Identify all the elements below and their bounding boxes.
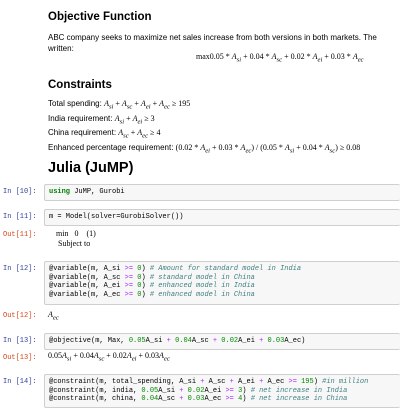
constraint-total-label: Total spending: <box>48 99 102 108</box>
section-title: Julia (JuMP) <box>48 160 134 176</box>
constraint-india: India requirement: Asi + Aei ≥ 3 <box>48 113 155 126</box>
constraint-china: China requirement: Asc + Aec ≥ 4 <box>48 128 161 140</box>
out-prompt: Out[11]: <box>3 231 37 239</box>
in-prompt: In [12]: <box>3 265 37 273</box>
code-input[interactable]: m = Model(solver=GurobiSolver()) <box>44 209 400 226</box>
out-zero: 0 <box>74 229 79 238</box>
objective-heading: Objective Function <box>48 11 152 23</box>
in-prompt: In [13]: <box>3 337 37 345</box>
in-prompt: In [11]: <box>3 213 37 221</box>
output-11: min 0 (1) Subject to <box>56 229 400 249</box>
constraint-total: Total spending: Asi + Asc + Aei + Aec ≥ … <box>48 99 191 111</box>
constraints-section: Constraints Total spending: Asi + Asc + … <box>48 79 400 156</box>
constraints-heading: Constraints <box>48 79 112 91</box>
code-input[interactable]: @variable(m, A_si >= 0) # Amount for sta… <box>44 261 400 305</box>
out-prompt: Out[13]: <box>3 354 37 362</box>
out-min: min <box>56 229 69 238</box>
out-subject: Subject to <box>58 239 91 248</box>
in-prompt: In [10]: <box>3 188 37 196</box>
out-prompt: Out[12]: <box>3 312 37 320</box>
code-input[interactable]: @constraint(m, total_spending, A_si + A_… <box>44 374 400 408</box>
objective-text-line1: ABC company seeks to maximize net sales … <box>48 33 377 42</box>
objective-formula: max0.05 * Asi + 0.04 * Asc + 0.02 * Aei … <box>196 52 364 64</box>
code-input[interactable]: @objective(m, Max, 0.05A_si + 0.04A_sc +… <box>44 333 400 350</box>
objective-section: Objective Function ABC company seeks to … <box>48 11 400 64</box>
constraint-enhanced: Enhanced percentage requirement: (0.02 *… <box>48 142 361 155</box>
in-prompt: In [14]: <box>3 378 37 386</box>
constraint-india-label: India requirement: <box>48 113 113 123</box>
code-input[interactable]: using JuMP, Gurobi <box>44 184 400 201</box>
constraint-enhanced-label: Enhanced percentage requirement: <box>48 142 174 152</box>
out-one: (1) <box>86 229 96 238</box>
constraint-china-label: China requirement: <box>48 128 117 138</box>
output-12: Aec <box>48 310 59 322</box>
output-13: 0.05Asi + 0.04Asc + 0.02Aei + 0.03Aec <box>48 351 170 363</box>
